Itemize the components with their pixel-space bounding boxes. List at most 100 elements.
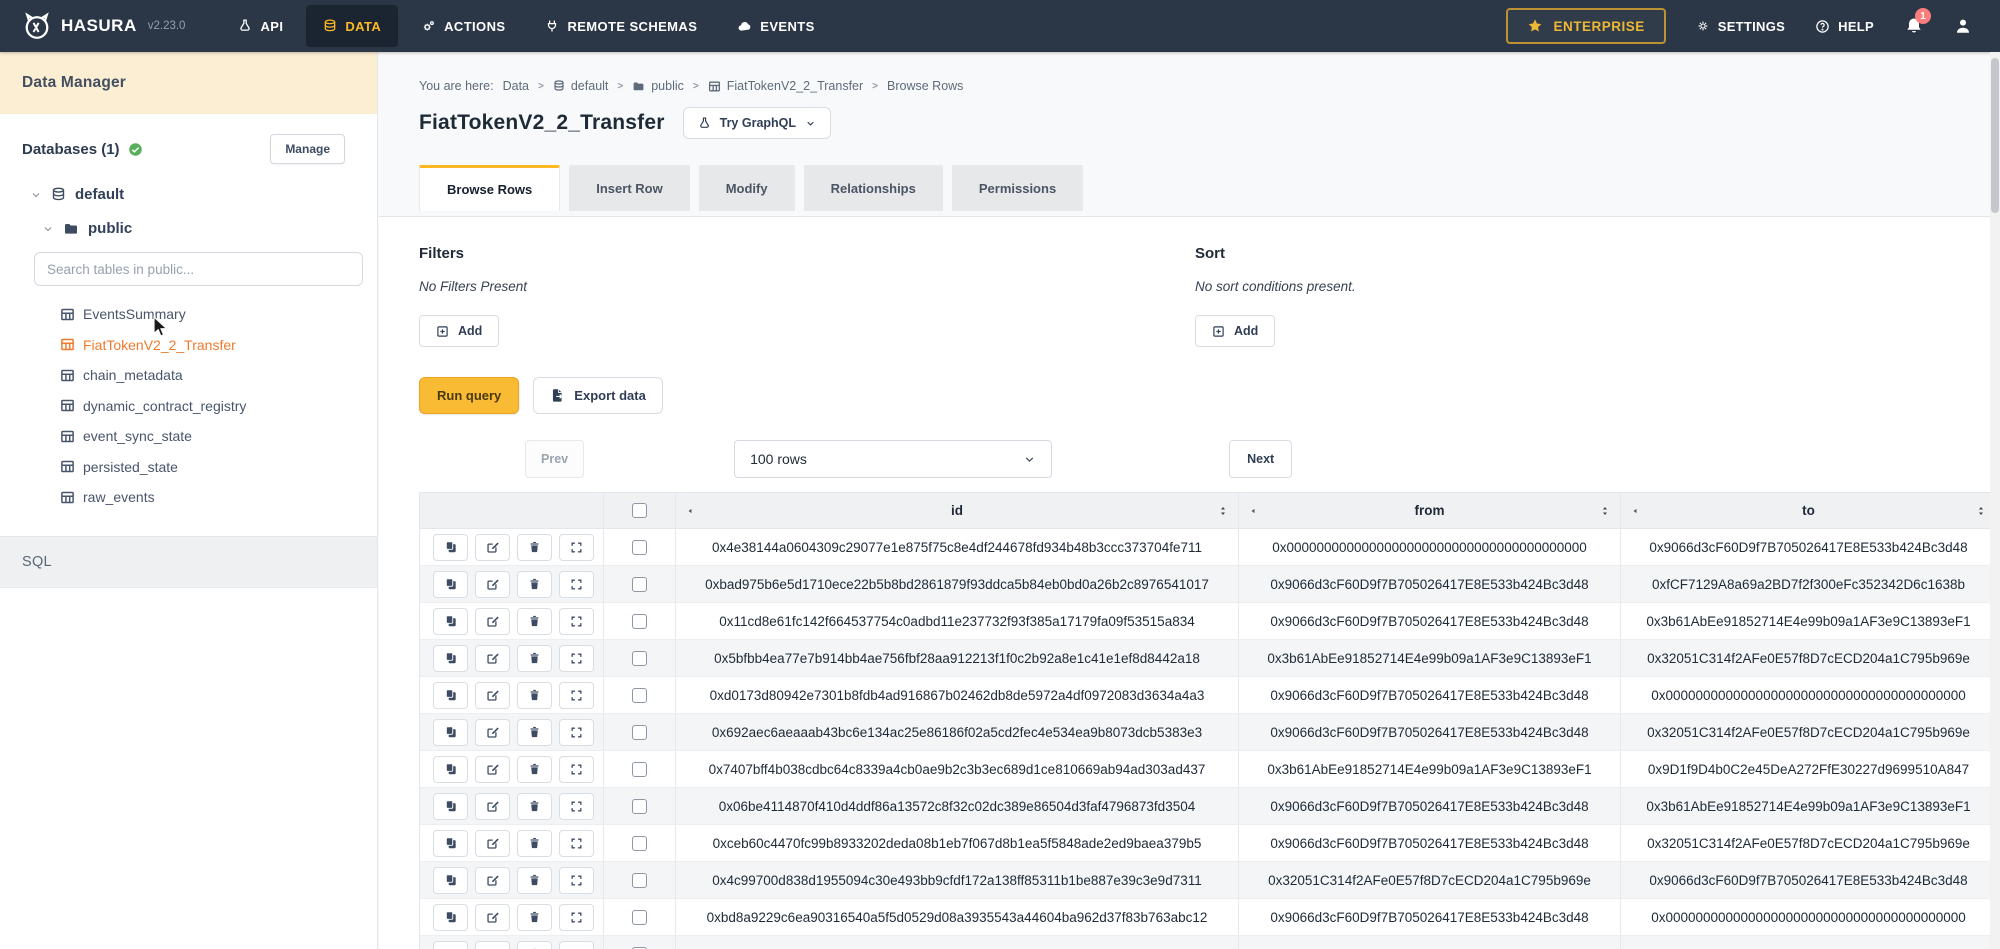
delete-row-button[interactable]	[517, 608, 552, 635]
sidebar-table-chain-metadata[interactable]: chain_metadata	[60, 360, 377, 391]
delete-row-button[interactable]	[517, 682, 552, 709]
delete-row-button[interactable]	[517, 571, 552, 598]
edit-row-button[interactable]	[475, 830, 510, 857]
tab-browse-rows[interactable]: Browse Rows	[419, 165, 560, 211]
run-query-button[interactable]: Run query	[419, 377, 519, 414]
edit-row-button[interactable]	[475, 941, 510, 949]
clone-row-button[interactable]	[433, 534, 468, 561]
breadcrumb-table[interactable]: FiatTokenV2_2_Transfer	[708, 79, 863, 93]
delete-row-button[interactable]	[517, 793, 552, 820]
clone-row-button[interactable]	[433, 608, 468, 635]
tab-permissions[interactable]: Permissions	[952, 165, 1083, 211]
export-data-button[interactable]: Export data	[533, 377, 663, 414]
sort-icon[interactable]	[1975, 504, 1987, 518]
delete-row-button[interactable]	[517, 904, 552, 931]
notifications-button[interactable]: 1	[1904, 16, 1924, 36]
expand-row-button[interactable]	[559, 534, 594, 561]
expand-row-button[interactable]	[559, 793, 594, 820]
nav-item-remote-schemas[interactable]: REMOTE SCHEMAS	[528, 5, 714, 47]
table-search-input[interactable]	[34, 252, 363, 286]
edit-row-button[interactable]	[475, 682, 510, 709]
clone-row-button[interactable]	[433, 830, 468, 857]
clone-row-button[interactable]	[433, 793, 468, 820]
clone-row-button[interactable]	[433, 571, 468, 598]
sidebar-table-dynamic-contract-registry[interactable]: dynamic_contract_registry	[60, 391, 377, 422]
chevron-down-icon[interactable]	[42, 223, 54, 235]
user-menu-button[interactable]	[1954, 17, 1972, 35]
delete-row-button[interactable]	[517, 830, 552, 857]
expand-row-button[interactable]	[559, 941, 594, 949]
clone-row-button[interactable]	[433, 719, 468, 746]
sidebar-sql-section[interactable]: SQL	[0, 536, 377, 588]
clone-row-button[interactable]	[433, 645, 468, 672]
expand-row-button[interactable]	[559, 682, 594, 709]
edit-row-button[interactable]	[475, 645, 510, 672]
tab-modify[interactable]: Modify	[699, 165, 795, 211]
delete-row-button[interactable]	[517, 867, 552, 894]
expand-row-button[interactable]	[559, 719, 594, 746]
settings-button[interactable]: SETTINGS	[1696, 19, 1785, 34]
sidebar-table-eventssummary[interactable]: EventsSummary	[60, 299, 377, 330]
edit-row-button[interactable]	[475, 904, 510, 931]
nav-item-data[interactable]: DATA	[306, 5, 398, 47]
clone-row-button[interactable]	[433, 682, 468, 709]
row-checkbox[interactable]	[632, 836, 647, 851]
expand-row-button[interactable]	[559, 571, 594, 598]
row-checkbox[interactable]	[632, 762, 647, 777]
row-checkbox[interactable]	[632, 799, 647, 814]
edit-row-button[interactable]	[475, 534, 510, 561]
sort-icon[interactable]	[1217, 504, 1229, 518]
help-button[interactable]: HELP	[1815, 19, 1874, 34]
expand-row-button[interactable]	[559, 608, 594, 635]
row-checkbox[interactable]	[632, 910, 647, 925]
expand-row-button[interactable]	[559, 645, 594, 672]
row-checkbox[interactable]	[632, 873, 647, 888]
brand[interactable]: HASURA v2.23.0	[0, 11, 199, 41]
scrollbar-thumb[interactable]	[1991, 58, 1999, 213]
column-header-id[interactable]: id	[675, 493, 1238, 528]
edit-row-button[interactable]	[475, 608, 510, 635]
nav-item-actions[interactable]: ACTIONS	[404, 5, 522, 47]
row-checkbox[interactable]	[632, 725, 647, 740]
breadcrumb-data[interactable]: Data	[503, 79, 529, 93]
next-page-button[interactable]: Next	[1229, 440, 1292, 478]
row-checkbox[interactable]	[632, 651, 647, 666]
nav-item-events[interactable]: EVENTS	[720, 5, 831, 47]
sort-icon[interactable]	[1599, 504, 1611, 518]
row-checkbox[interactable]	[632, 688, 647, 703]
tab-insert-row[interactable]: Insert Row	[569, 165, 689, 211]
delete-row-button[interactable]	[517, 941, 552, 949]
rows-per-page-select[interactable]: 100 rows	[734, 440, 1052, 478]
edit-row-button[interactable]	[475, 719, 510, 746]
column-header-from[interactable]: from	[1238, 493, 1620, 528]
expand-row-button[interactable]	[559, 830, 594, 857]
clone-row-button[interactable]	[433, 756, 468, 783]
expand-row-button[interactable]	[559, 756, 594, 783]
edit-row-button[interactable]	[475, 571, 510, 598]
try-graphql-button[interactable]: Try GraphQL	[683, 107, 831, 139]
row-checkbox[interactable]	[632, 614, 647, 629]
select-all-checkbox[interactable]	[632, 503, 647, 518]
sidebar-table-persisted-state[interactable]: persisted_state	[60, 452, 377, 483]
delete-row-button[interactable]	[517, 719, 552, 746]
clone-row-button[interactable]	[433, 904, 468, 931]
tree-item-public-schema[interactable]: public	[0, 220, 377, 237]
expand-row-button[interactable]	[559, 904, 594, 931]
row-checkbox[interactable]	[632, 577, 647, 592]
edit-row-button[interactable]	[475, 793, 510, 820]
prev-page-button[interactable]: Prev	[525, 440, 584, 478]
edit-row-button[interactable]	[475, 867, 510, 894]
chevron-down-icon[interactable]	[30, 189, 42, 201]
sidebar-table-event-sync-state[interactable]: event_sync_state	[60, 421, 377, 452]
enterprise-button[interactable]: ENTERPRISE	[1506, 8, 1665, 44]
column-header-to[interactable]: to	[1620, 493, 1996, 528]
delete-row-button[interactable]	[517, 534, 552, 561]
add-sort-button[interactable]: Add	[1195, 315, 1275, 347]
sidebar-table-raw-events[interactable]: raw_events	[60, 482, 377, 513]
clone-row-button[interactable]	[433, 941, 468, 949]
breadcrumb-browse-rows[interactable]: Browse Rows	[887, 79, 963, 93]
add-filter-button[interactable]: Add	[419, 315, 499, 347]
breadcrumb-public[interactable]: public	[632, 79, 684, 93]
tab-relationships[interactable]: Relationships	[804, 165, 943, 211]
clone-row-button[interactable]	[433, 867, 468, 894]
